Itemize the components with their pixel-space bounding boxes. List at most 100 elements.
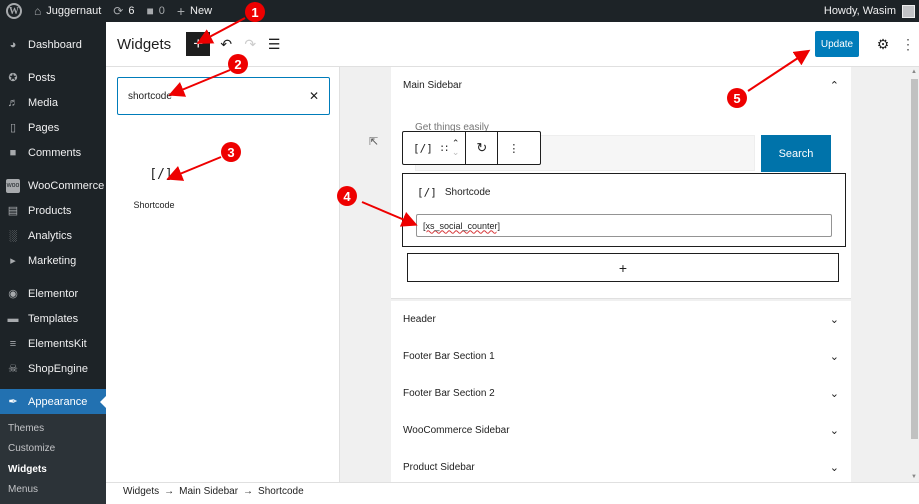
block-inserter-panel: ✕ [/] Shortcode bbox=[106, 67, 340, 482]
admin-bar: W ⌂ Juggernaut ⟳ 6 ■ 0 + New Howdy, Wasim bbox=[0, 0, 919, 22]
widget-area-header-area[interactable]: Header ⌄ bbox=[391, 301, 851, 339]
chevron-down-icon: ⌄ bbox=[829, 425, 839, 437]
block-search: ✕ bbox=[117, 77, 330, 115]
annotation-marker-1: 1 bbox=[245, 2, 265, 22]
shortcode-icon: [/] bbox=[149, 167, 173, 182]
canvas-scrollbar[interactable]: ▲ ▼ bbox=[909, 67, 919, 482]
redo-button[interactable]: ↷ bbox=[238, 32, 262, 56]
search-block-button[interactable]: Search bbox=[761, 135, 831, 172]
breadcrumb: Widgets → Main Sidebar → Shortcode bbox=[106, 482, 919, 500]
arrow-right-icon: → bbox=[243, 486, 254, 497]
site-name-link[interactable]: ⌂ Juggernaut bbox=[28, 0, 107, 22]
sidebar-item-analytics[interactable]: ░ Analytics bbox=[0, 223, 106, 248]
annotation-marker-4: 4 bbox=[337, 186, 357, 206]
shortcode-block-title: [/] Shortcode bbox=[417, 186, 491, 199]
transform-icon[interactable]: ↻ bbox=[472, 140, 491, 156]
media-icon: ♬ bbox=[7, 96, 19, 109]
chevron-down-icon: ⌄ bbox=[829, 351, 839, 363]
chevron-up-icon: ⌃ bbox=[829, 80, 839, 92]
shortcode-block[interactable]: [/] Shortcode [xs_social_counter] bbox=[402, 173, 846, 247]
add-block-button[interactable]: + bbox=[407, 253, 839, 282]
submenu-item-menus[interactable]: Menus bbox=[0, 480, 106, 501]
sidebar-item-pages[interactable]: ▯ Pages bbox=[0, 115, 106, 140]
breadcrumb-item[interactable]: Widgets bbox=[123, 486, 159, 497]
scroll-down-icon[interactable]: ▼ bbox=[911, 474, 917, 480]
pin-icon: ✪ bbox=[8, 72, 18, 84]
user-greeting[interactable]: Howdy, Wasim bbox=[824, 5, 896, 17]
archive-icon: ▤ bbox=[7, 205, 19, 217]
gear-icon: ⚙ bbox=[876, 35, 890, 52]
sidebar-item-templates[interactable]: ▬ Templates bbox=[0, 306, 106, 331]
pages-icon: ▯ bbox=[9, 122, 17, 134]
widget-area-footer-bar-1[interactable]: Footer Bar Section 1 ⌄ bbox=[391, 338, 851, 376]
submenu-item-widgets[interactable]: Widgets bbox=[0, 459, 106, 480]
home-icon: ⌂ bbox=[34, 4, 42, 18]
elementskit-icon: ≡ bbox=[9, 337, 17, 350]
refresh-icon: ⟳ bbox=[113, 4, 124, 18]
elementor-icon: ◉ bbox=[8, 288, 18, 300]
block-result-label: Shortcode bbox=[133, 200, 175, 210]
sidebar-item-appearance[interactable]: ✒ Appearance bbox=[0, 389, 106, 414]
more-options-button[interactable]: ⋮ bbox=[899, 32, 917, 56]
shortcode-icon: [/] bbox=[417, 186, 437, 199]
bar-chart-icon: ░ bbox=[9, 229, 17, 242]
plus-icon: + bbox=[618, 259, 628, 276]
sidebar-item-media[interactable]: ♬ Media bbox=[0, 90, 106, 115]
avatar[interactable] bbox=[902, 4, 915, 18]
breadcrumb-item[interactable]: Shortcode bbox=[258, 486, 304, 497]
block-toolbar: [/] ∷ ⌃ ⌄ ↻ ⋮ bbox=[402, 131, 541, 165]
sidebar-item-woocommerce[interactable]: woo WooCommerce bbox=[0, 173, 106, 198]
clear-search-icon[interactable]: ✕ bbox=[309, 89, 319, 103]
redo-icon: ↷ bbox=[244, 35, 257, 52]
page-title: Widgets bbox=[117, 35, 172, 53]
block-search-input[interactable] bbox=[128, 90, 309, 102]
breadcrumb-item[interactable]: Main Sidebar bbox=[179, 486, 238, 497]
widget-area-footer-bar-2[interactable]: Footer Bar Section 2 ⌄ bbox=[391, 375, 851, 413]
sidebar-item-dashboard[interactable]: ◕ Dashboard bbox=[0, 32, 106, 57]
sidebar-item-elementskit[interactable]: ≡ ElementsKit bbox=[0, 331, 106, 356]
sidebar-item-marketing[interactable]: ▸ Marketing bbox=[0, 248, 106, 273]
sidebar-item-elementor[interactable]: ◉ Elementor bbox=[0, 281, 106, 306]
block-mover[interactable]: ⌃ ⌄ bbox=[452, 139, 460, 157]
sidebar-item-comments[interactable]: ■ Comments bbox=[0, 140, 106, 165]
shortcode-block-result[interactable]: [/] Shortcode bbox=[124, 167, 184, 210]
block-inserter-button[interactable]: + bbox=[186, 32, 211, 56]
annotation-marker-2: 2 bbox=[228, 54, 248, 74]
scroll-up-icon[interactable]: ▲ bbox=[911, 69, 917, 75]
submenu-item-customize[interactable]: Customize bbox=[0, 439, 106, 460]
update-button[interactable]: Update bbox=[815, 31, 859, 57]
scrollbar-thumb[interactable] bbox=[911, 79, 918, 439]
woo-icon: woo bbox=[6, 178, 20, 193]
comments-link[interactable]: ■ 0 bbox=[140, 0, 170, 22]
folder-icon: ▬ bbox=[7, 312, 19, 325]
submenu-item-themes[interactable]: Themes bbox=[0, 418, 106, 439]
shortcode-text-input[interactable]: [xs_social_counter] bbox=[416, 214, 832, 237]
widget-area-header[interactable]: Main Sidebar ⌃ bbox=[391, 67, 851, 104]
admin-sidebar: ◕ Dashboard ✪ Posts ♬ Media ▯ Pages ■ Comment… bbox=[0, 22, 106, 504]
appearance-submenu: Themes Customize Widgets Menus bbox=[0, 414, 106, 504]
annotation-marker-3: 3 bbox=[221, 142, 241, 162]
annotation-marker-5: 5 bbox=[727, 88, 747, 108]
basket-icon: ☠ bbox=[8, 363, 18, 375]
list-view-icon: ☰ bbox=[267, 35, 281, 52]
sidebar-item-posts[interactable]: ✪ Posts bbox=[0, 65, 106, 90]
settings-button[interactable]: ⚙ bbox=[873, 32, 893, 56]
chevron-down-icon: ⌄ bbox=[829, 462, 839, 474]
updates-link[interactable]: ⟳ 6 bbox=[107, 0, 140, 22]
sidebar-item-shopengine[interactable]: ☠ ShopEngine bbox=[0, 356, 106, 381]
widget-area-woocommerce-sidebar[interactable]: WooCommerce Sidebar ⌄ bbox=[391, 412, 851, 450]
widget-area-main-sidebar: Main Sidebar ⌃ Get things easily Search … bbox=[391, 67, 851, 299]
wp-logo-button[interactable]: W bbox=[0, 0, 28, 22]
undo-button[interactable]: ↶ bbox=[214, 32, 238, 56]
block-options-icon[interactable]: ⋮ bbox=[504, 142, 523, 155]
chevron-down-icon: ⌄ bbox=[829, 314, 839, 326]
drag-handle-icon[interactable]: ∷ bbox=[437, 142, 452, 155]
sidebar-item-products[interactable]: ▤ Products bbox=[0, 198, 106, 223]
new-content-link[interactable]: + New bbox=[171, 0, 218, 22]
list-view-button[interactable]: ☰ bbox=[262, 32, 286, 56]
dashboard-icon: ◕ bbox=[9, 38, 17, 51]
move-down-icon[interactable]: ⌄ bbox=[452, 148, 460, 157]
plus-icon: + bbox=[176, 3, 186, 19]
widget-areas-canvas: Main Sidebar ⌃ Get things easily Search … bbox=[340, 67, 919, 487]
shortcode-block-type-button[interactable]: [/] bbox=[409, 142, 437, 155]
